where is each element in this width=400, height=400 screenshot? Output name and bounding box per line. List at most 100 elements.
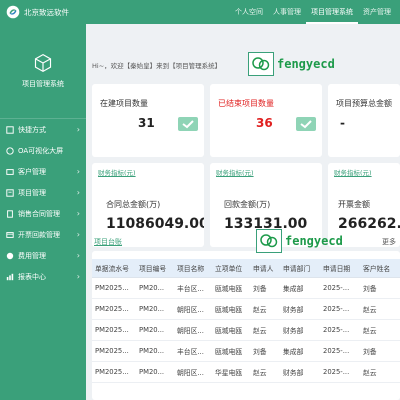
invoice-icon xyxy=(6,231,14,238)
table-cell: 丰台区... xyxy=(174,340,212,362)
sidebar-item-contract[interactable]: 销售合同管理 › xyxy=(0,203,86,224)
table-cell: 刘备 xyxy=(360,340,400,362)
table-row[interactable]: PM2025... PM20... 朝阳区... 华星电瓯 赵云 财务部 202… xyxy=(92,361,400,383)
chevron-right-icon: › xyxy=(76,188,80,197)
sidebar-item-expense[interactable]: 费用管理 › xyxy=(0,245,86,266)
table-row[interactable]: PM2025... PM20... 朝阳区... 瓯城电瓯 赵云 财务部 202… xyxy=(92,319,400,341)
stat-value: - xyxy=(340,116,345,130)
cube-icon xyxy=(34,53,52,73)
table-cell: 财务部 xyxy=(280,298,320,320)
watermark-text: fengyecd xyxy=(277,57,335,71)
sidebar-item-dashboard[interactable]: OA可视化大屏 xyxy=(0,140,86,161)
table-cell: 朝阳区... xyxy=(174,319,212,341)
sidebar-item-customer[interactable]: 客户管理 › xyxy=(0,161,86,182)
expense-icon xyxy=(6,252,14,259)
column-header[interactable]: 立项单位 xyxy=(212,259,250,278)
chevron-right-icon: › xyxy=(76,230,80,239)
topnav-hr[interactable]: 人事管理 xyxy=(268,0,306,24)
table-cell: PM20... xyxy=(136,319,174,341)
project-ledger-title[interactable]: 项目台账 xyxy=(94,237,122,247)
sidebar-item-label: OA可视化大屏 xyxy=(18,146,64,155)
finance-indicator-link[interactable]: 财务指标(元) xyxy=(334,167,372,177)
finance-value: 266262.00 xyxy=(338,216,400,232)
sidebar-item-label: 客户管理 xyxy=(18,167,46,176)
table-cell: 2025-... xyxy=(320,340,360,362)
finance-label: 回款金额(万) xyxy=(224,200,271,209)
table-cell: 华星电瓯 xyxy=(212,361,250,383)
table-cell: 财务部 xyxy=(280,361,320,383)
finance-indicator-link[interactable]: 财务指标(元) xyxy=(216,167,254,177)
sidebar-item-invoice[interactable]: 开票回款管理 › xyxy=(0,224,86,245)
table-cell: 2025-... xyxy=(320,361,360,383)
table-cell: PM20... xyxy=(136,298,174,320)
shortcut-icon xyxy=(6,125,14,134)
finance-indicator-link[interactable]: 财务指标(元) xyxy=(98,167,136,177)
topnav-personal-space[interactable]: 个人空间 xyxy=(230,0,268,24)
table-row[interactable]: PM2025... PM20... 丰台区... 瓯城电瓯 刘备 集成部 202… xyxy=(92,277,400,299)
stat-value: 31 xyxy=(138,116,155,130)
sidebar-title: 项目管理系统 xyxy=(22,80,64,88)
column-header[interactable]: 客户姓名 xyxy=(360,259,400,278)
table-cell: PM2025... xyxy=(92,298,136,320)
table-cell: 丰台区... xyxy=(174,277,212,299)
finance-card-contract[interactable]: 财务指标(元) 合同总金额(万) 11086049.00 xyxy=(92,163,204,247)
stat-card-active-projects[interactable]: 在建项目数量 31 xyxy=(92,84,204,157)
table-cell: 赵云 xyxy=(250,361,280,383)
stat-card-closed-projects[interactable]: 已结束项目数量 36 xyxy=(210,84,322,157)
chevron-right-icon: › xyxy=(76,251,80,260)
topnav-project-management[interactable]: 项目管理系统 xyxy=(306,0,358,24)
sidebar-item-project[interactable]: 项目管理 › xyxy=(0,182,86,203)
stat-label: 在建项目数量 xyxy=(100,99,148,108)
watermark: fengyecd xyxy=(248,52,335,76)
topnav-assets[interactable]: 资产管理 xyxy=(358,0,396,24)
table-cell: 赵云 xyxy=(360,298,400,320)
watermark: fengyecd xyxy=(256,229,343,253)
table-cell: 瓯城电瓯 xyxy=(212,277,250,299)
table-cell: 赵云 xyxy=(250,298,280,320)
stat-label: 已结束项目数量 xyxy=(218,99,274,108)
sidebar-item-label: 项目管理 xyxy=(18,188,46,197)
table-row[interactable]: PM2025... PM20... 朝阳区... 瓯城电瓯 赵云 财务部 202… xyxy=(92,298,400,320)
table-cell: 刘备 xyxy=(360,277,400,299)
qr-icon xyxy=(248,52,274,76)
chevron-right-icon: › xyxy=(76,125,80,134)
more-link[interactable]: 更多 xyxy=(382,237,396,247)
sidebar-item-shortcut[interactable]: 快捷方式 › xyxy=(0,119,86,140)
table-cell: 赵云 xyxy=(250,319,280,341)
main-content: Hi~，欢迎【秦始皇】来到【项目管理系统】 在建项目数量 31 已结束项目数量 … xyxy=(86,24,400,400)
app-logo[interactable]: 北京致远软件 xyxy=(0,0,82,24)
sidebar-header: 项目管理系统 xyxy=(0,24,86,119)
top-nav: 个人空间 人事管理 项目管理系统 资产管理 xyxy=(230,0,396,24)
sidebar-item-report[interactable]: 报表中心 › xyxy=(0,266,86,287)
table-cell: PM20... xyxy=(136,277,174,299)
table-cell: 刘备 xyxy=(250,340,280,362)
table-cell: 瓯城电瓯 xyxy=(212,340,250,362)
stat-label: 项目预算总金额 xyxy=(336,99,392,108)
table-row[interactable]: PM2025... PM20... 丰台区... 瓯城电瓯 刘备 集成部 202… xyxy=(92,340,400,362)
chevron-right-icon: › xyxy=(76,167,80,176)
column-header[interactable]: 项目名称 xyxy=(174,259,212,278)
report-icon xyxy=(6,273,14,280)
table-cell: 2025-... xyxy=(320,319,360,341)
dashboard-icon xyxy=(6,146,14,155)
column-header[interactable]: 申请日期 xyxy=(320,259,360,278)
watermark-text: fengyecd xyxy=(285,234,343,248)
column-header[interactable]: 项目编号 xyxy=(136,259,174,278)
table-cell: PM2025... xyxy=(92,340,136,362)
table-cell: 2025-... xyxy=(320,298,360,320)
table-cell: 朝阳区... xyxy=(174,298,212,320)
table-cell: PM2025... xyxy=(92,319,136,341)
column-header[interactable]: 申请人 xyxy=(250,259,280,278)
column-header[interactable]: 单据流水号 xyxy=(92,259,136,278)
app-name: 北京致远软件 xyxy=(24,7,69,17)
table-cell: 瓯城电瓯 xyxy=(212,319,250,341)
table-cell: 朝阳区... xyxy=(174,361,212,383)
sidebar-item-label: 快捷方式 xyxy=(18,125,46,134)
sidebar-item-label: 销售合同管理 xyxy=(18,209,60,218)
column-header[interactable]: 申请部门 xyxy=(280,259,320,278)
finance-label: 开票金额 xyxy=(338,200,370,209)
stat-value: 36 xyxy=(256,116,273,130)
sidebar-item-label: 费用管理 xyxy=(18,251,46,260)
stat-card-budget-total[interactable]: 项目预算总金额 - xyxy=(328,84,400,157)
logo-icon xyxy=(6,5,20,19)
